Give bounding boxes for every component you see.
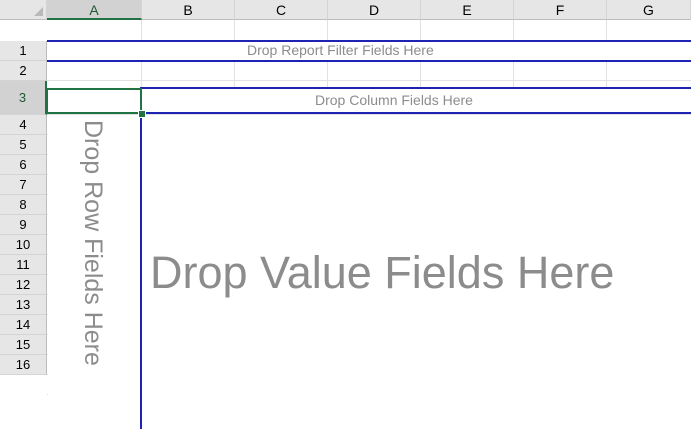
row-header-9[interactable]: 9 xyxy=(0,215,47,235)
report-filter-drop-label: Drop Report Filter Fields Here xyxy=(247,42,434,58)
row-header-11[interactable]: 11 xyxy=(0,255,47,275)
row-header-8[interactable]: 8 xyxy=(0,195,47,215)
select-all-corner[interactable] xyxy=(0,0,47,20)
spreadsheet-grid[interactable]: A B C D E F G 1 2 3 4 5 6 7 8 9 10 11 12… xyxy=(0,0,691,429)
pivot-row-divider xyxy=(140,87,142,429)
column-header-e[interactable]: E xyxy=(421,0,514,20)
active-cell-a3[interactable] xyxy=(46,88,142,114)
row-header-5[interactable]: 5 xyxy=(0,135,47,155)
row-header-13[interactable]: 13 xyxy=(0,295,47,315)
row-header-16[interactable]: 16 xyxy=(0,355,47,375)
row-header-1[interactable]: 1 xyxy=(0,41,47,61)
row-header-12[interactable]: 12 xyxy=(0,275,47,295)
column-header-d[interactable]: D xyxy=(328,0,421,20)
fill-handle[interactable] xyxy=(138,110,146,118)
gridline xyxy=(47,80,691,81)
row-header-7[interactable]: 7 xyxy=(0,175,47,195)
column-header-b[interactable]: B xyxy=(142,0,235,20)
pivot-column-top-border xyxy=(140,87,691,89)
column-header-g[interactable]: G xyxy=(607,0,691,20)
row-fields-drop-label: Drop Row Fields Here xyxy=(79,120,107,366)
pivot-filter-bottom-border xyxy=(47,60,691,62)
select-all-icon xyxy=(34,7,43,16)
row-header-14[interactable]: 14 xyxy=(0,315,47,335)
value-fields-drop-label: Drop Value Fields Here xyxy=(150,247,615,298)
column-header-c[interactable]: C xyxy=(235,0,328,20)
column-header-f[interactable]: F xyxy=(514,0,607,20)
row-header-2[interactable]: 2 xyxy=(0,61,47,81)
row-header-10[interactable]: 10 xyxy=(0,235,47,255)
column-fields-drop-label: Drop Column Fields Here xyxy=(315,92,473,108)
pivot-column-bottom-border xyxy=(140,112,691,114)
row-header-15[interactable]: 15 xyxy=(0,335,47,355)
column-header-a[interactable]: A xyxy=(47,0,142,20)
row-header-4[interactable]: 4 xyxy=(0,115,47,135)
row-header-3[interactable]: 3 xyxy=(0,81,47,115)
row-header-6[interactable]: 6 xyxy=(0,155,47,175)
